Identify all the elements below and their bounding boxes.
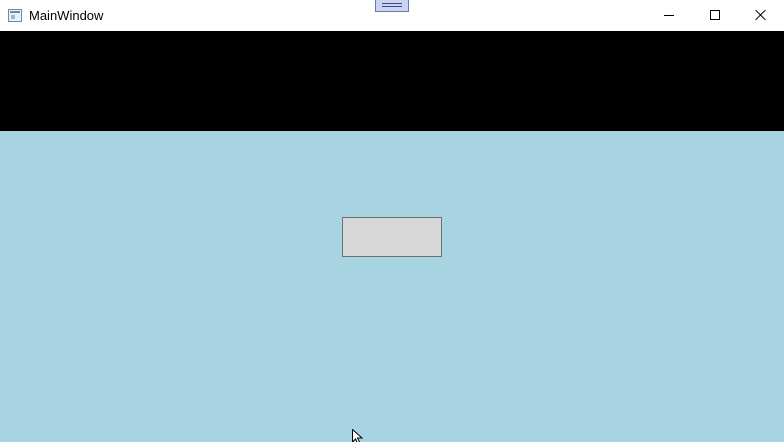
close-button[interactable] <box>738 0 784 31</box>
main-window: MainWindow <box>0 0 784 442</box>
app-window-icon <box>8 9 22 22</box>
maximize-icon <box>710 10 720 20</box>
mouse-cursor-icon <box>352 429 364 442</box>
minimize-button[interactable] <box>646 0 692 31</box>
content-area <box>0 131 784 442</box>
top-black-panel <box>0 31 784 131</box>
center-button[interactable] <box>342 217 442 257</box>
minimize-icon <box>664 15 674 16</box>
maximize-button[interactable] <box>692 0 738 31</box>
drag-grip-icon[interactable] <box>375 0 409 12</box>
close-icon <box>755 9 767 21</box>
title-bar[interactable]: MainWindow <box>0 0 784 31</box>
window-title: MainWindow <box>29 8 104 23</box>
